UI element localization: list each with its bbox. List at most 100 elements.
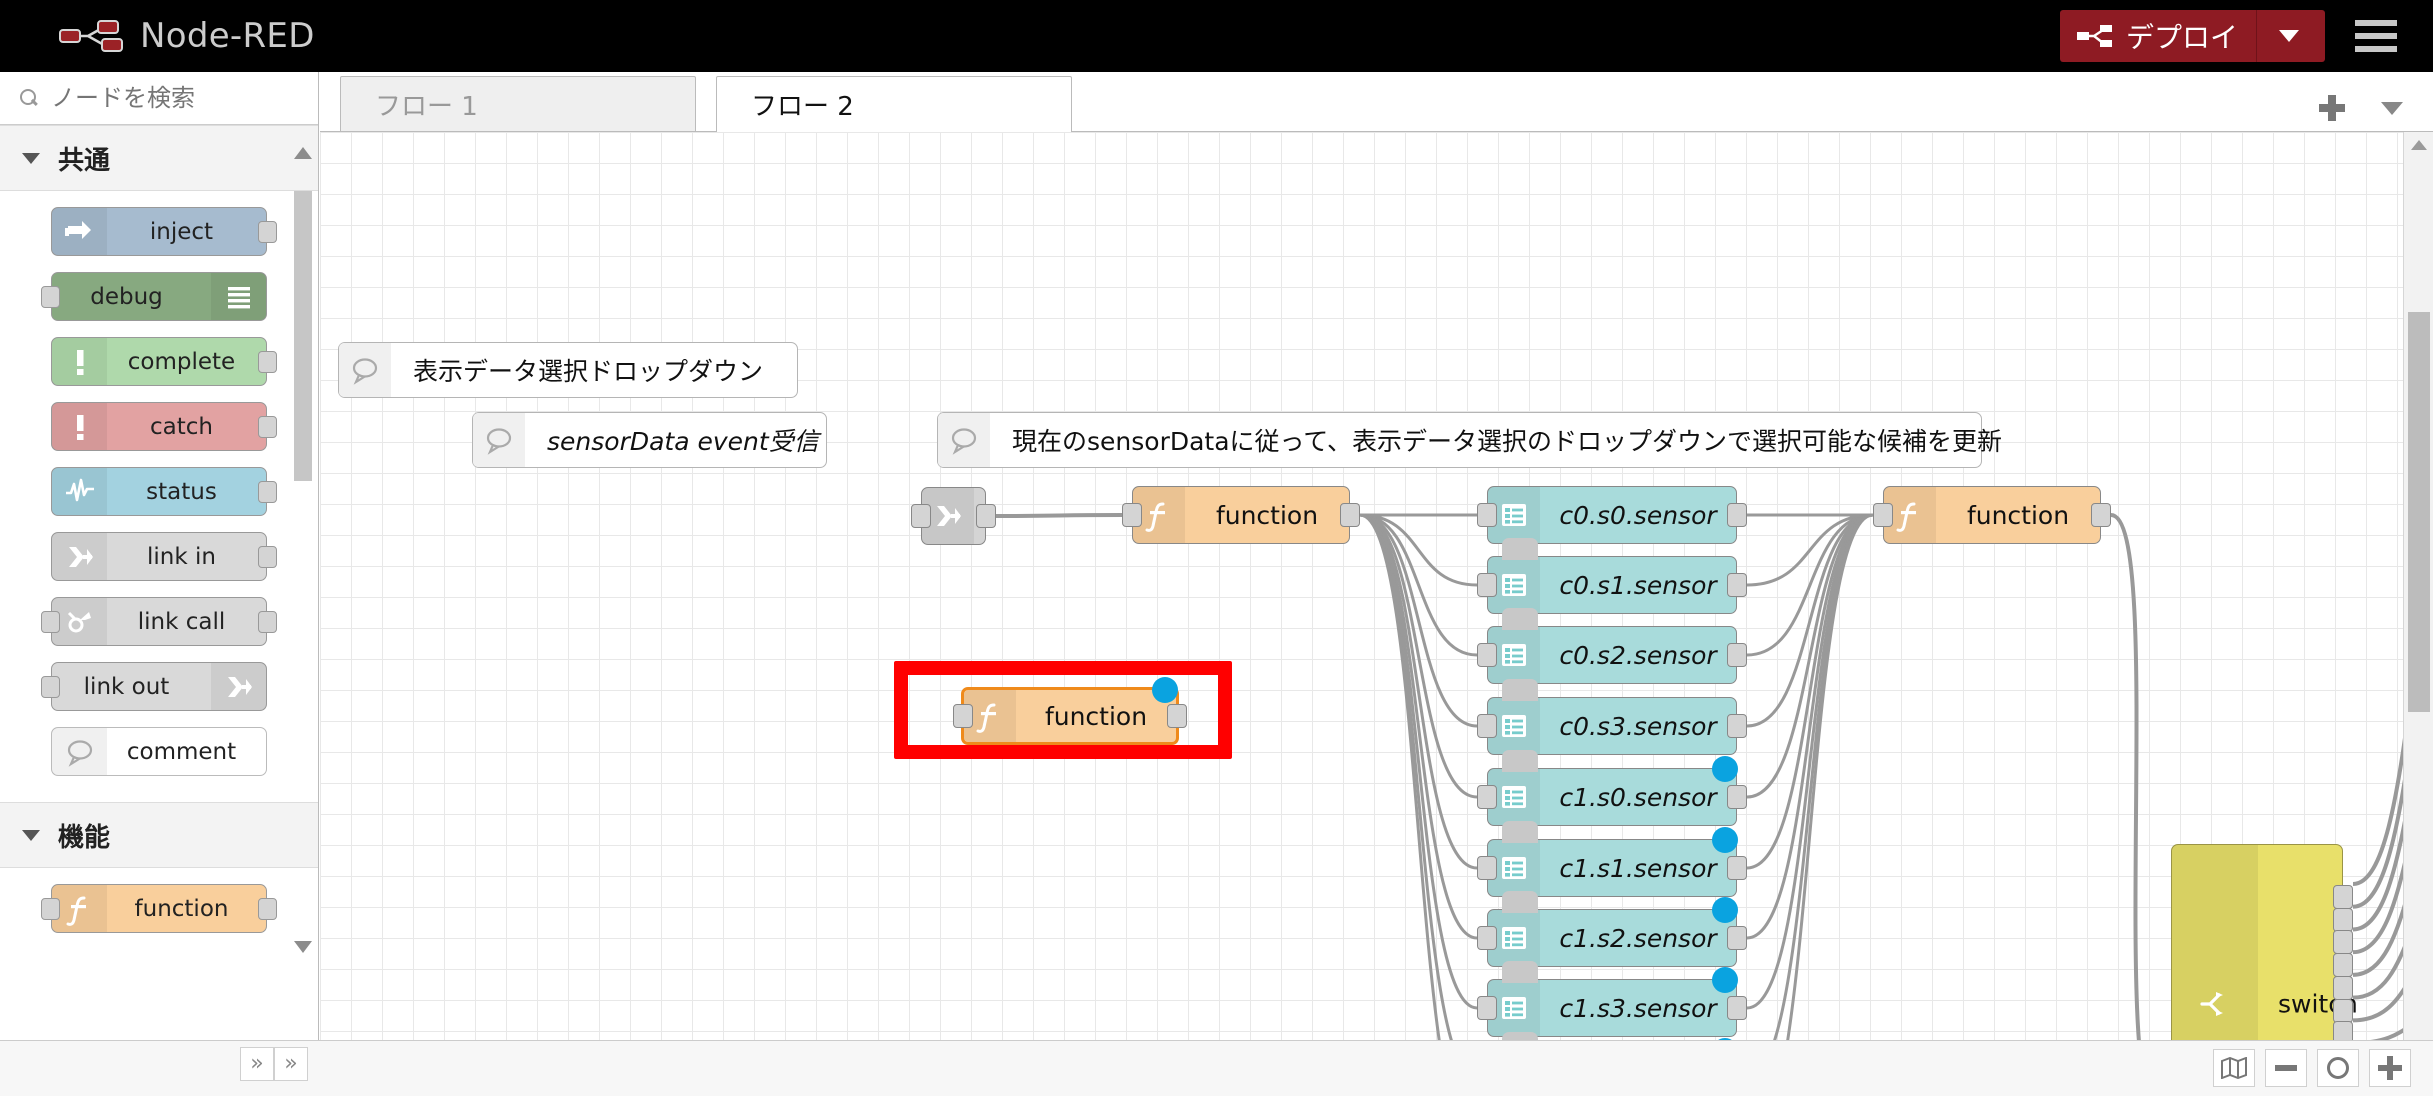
flow-tab-2[interactable]: フロー 2 [716, 76, 1072, 132]
node-input-port[interactable] [1873, 503, 1893, 527]
collapse-all-button[interactable]: » [240, 1047, 274, 1081]
node-output-port[interactable] [1727, 996, 1747, 1020]
palette-node-complete[interactable]: complete [51, 337, 277, 386]
node-input-port[interactable] [1477, 996, 1497, 1020]
switch-output-port-4[interactable] [2333, 953, 2353, 978]
palette-node-inject[interactable]: inject [51, 207, 277, 256]
node-output-port[interactable] [258, 545, 277, 568]
node-input-port[interactable] [1477, 856, 1497, 880]
node-input-port[interactable] [1477, 926, 1497, 950]
palette-scroll-up-icon[interactable] [294, 147, 312, 159]
node-input-port[interactable] [1122, 503, 1142, 527]
node-input-port[interactable] [41, 897, 60, 920]
sensor-node-c0.s2.sensor[interactable]: c0.s2.sensor [1477, 608, 1747, 684]
function-node-3[interactable]: function [953, 677, 1187, 745]
deploy-chevron-down-icon[interactable] [2279, 30, 2299, 42]
link-in-node[interactable] [911, 487, 996, 545]
palette-node-status[interactable]: status [51, 467, 277, 516]
palette-category-function[interactable]: 機能 [0, 802, 318, 868]
comment-node-1[interactable]: 表示データ選択ドロップダウン [338, 342, 798, 398]
vertical-scroll-thumb[interactable] [2408, 312, 2430, 712]
palette-node-link-out[interactable]: link out [41, 662, 267, 711]
node-output-port[interactable] [258, 480, 277, 503]
node-input-port[interactable] [1477, 503, 1497, 527]
link-out-icon [211, 663, 266, 710]
node-button-badge[interactable] [1502, 679, 1538, 701]
node-button-badge[interactable] [1502, 538, 1538, 560]
palette-scroll-down-icon[interactable] [294, 941, 312, 953]
add-flow-tab-icon[interactable] [2319, 95, 2345, 121]
node-output-port[interactable] [1727, 856, 1747, 880]
sensor-node-c0.s1.sensor[interactable]: c0.s1.sensor [1477, 538, 1747, 614]
deploy-button[interactable]: デプロイ [2059, 10, 2325, 62]
node-output-port[interactable] [1727, 926, 1747, 950]
palette-category-common[interactable]: 共通 [0, 125, 318, 191]
node-input-port[interactable] [1477, 714, 1497, 738]
sensor-node-c0.s0.sensor[interactable]: c0.s0.sensor [1477, 486, 1747, 544]
node-output-port[interactable] [1167, 704, 1187, 728]
node-output-port[interactable] [258, 350, 277, 373]
node-output-port[interactable] [1727, 643, 1747, 667]
node-input-port[interactable] [1477, 785, 1497, 809]
canvas-vertical-scrollbar[interactable] [2403, 132, 2433, 1096]
switch-output-port-2[interactable] [2333, 907, 2353, 932]
node-input-port[interactable] [953, 704, 973, 728]
node-output-port[interactable] [258, 610, 277, 633]
expand-all-button[interactable]: » [274, 1047, 308, 1081]
node-output-port[interactable] [1727, 503, 1747, 527]
wire [1746, 513, 1874, 799]
palette-node-function[interactable]: function [41, 884, 277, 933]
node-output-port[interactable] [258, 415, 277, 438]
tab-menu-chevron-down-icon[interactable] [2381, 101, 2403, 115]
switch-output-port-1[interactable] [2333, 885, 2353, 909]
switch-output-port-5[interactable] [2333, 975, 2353, 1000]
flow-canvas[interactable]: 表示データ選択ドロップダウン sensorData event受信 現在のsenso… [320, 132, 2433, 1096]
palette-scroll-thumb[interactable] [294, 191, 312, 481]
scroll-up-icon[interactable] [2411, 140, 2427, 150]
palette-node-catch[interactable]: catch [51, 402, 277, 451]
node-output-port[interactable] [1727, 714, 1747, 738]
node-input-port[interactable] [41, 610, 60, 633]
sensor-node-c1.s1.sensor[interactable]: c1.s1.sensor [1477, 821, 1747, 897]
node-input-port[interactable] [1477, 643, 1497, 667]
hamburger-menu-icon[interactable] [2355, 20, 2397, 52]
comment-node-2[interactable]: sensorData event受信 [472, 412, 827, 468]
zoom-out-button[interactable] [2265, 1049, 2307, 1087]
sensor-node-c0.s3.sensor[interactable]: c0.s3.sensor [1477, 679, 1747, 755]
switch-output-port-6[interactable] [2333, 998, 2353, 1023]
palette-node-link-in[interactable]: link in [51, 532, 277, 581]
node-output-port[interactable] [2091, 503, 2111, 527]
node-input-port[interactable] [911, 504, 931, 528]
switch-output-port-3[interactable] [2333, 930, 2353, 955]
node-output-port[interactable] [976, 504, 996, 528]
sensor-node-c1.s2.sensor[interactable]: c1.s2.sensor [1477, 891, 1747, 967]
node-output-port[interactable] [1727, 573, 1747, 597]
node-input-port[interactable] [1477, 573, 1497, 597]
node-output-port[interactable] [258, 897, 277, 920]
sensor-node-c1.s3.sensor[interactable]: c1.s3.sensor [1477, 961, 1747, 1037]
function-node-2[interactable]: function [1873, 486, 2111, 544]
node-input-port[interactable] [41, 285, 60, 308]
node-button-badge[interactable] [1502, 750, 1538, 772]
search-input[interactable] [51, 84, 301, 112]
node-button-badge[interactable] [1502, 961, 1538, 983]
function-node-1[interactable]: function [1122, 486, 1360, 544]
zoom-in-button[interactable] [2369, 1049, 2411, 1087]
palette-node-comment[interactable]: comment [51, 727, 267, 776]
comment-node-3[interactable]: 現在のsensorDataに従って、表示データ選択のドロップダウンで選択可能な候… [937, 412, 2002, 468]
sensor-node-c1.s0.sensor[interactable]: c1.s0.sensor [1477, 750, 1747, 826]
zoom-reset-button[interactable] [2317, 1049, 2359, 1087]
palette-node-debug[interactable]: debug [41, 272, 267, 321]
palette-node-link-call[interactable]: link call [41, 597, 277, 646]
palette-scroll-area[interactable]: 共通 inject debug complete catch status link in l… [0, 125, 318, 1096]
node-output-port[interactable] [258, 220, 277, 243]
node-button-badge[interactable] [1502, 821, 1538, 843]
navigator-map-button[interactable] [2213, 1049, 2255, 1087]
flow-tab-1[interactable]: フロー 1 [340, 76, 696, 131]
node-output-port[interactable] [1340, 503, 1360, 527]
node-input-port[interactable] [41, 675, 60, 698]
node-button-badge[interactable] [1502, 608, 1538, 630]
palette-scrollbar[interactable] [291, 133, 315, 1083]
node-output-port[interactable] [1727, 785, 1747, 809]
node-button-badge[interactable] [1502, 891, 1538, 913]
